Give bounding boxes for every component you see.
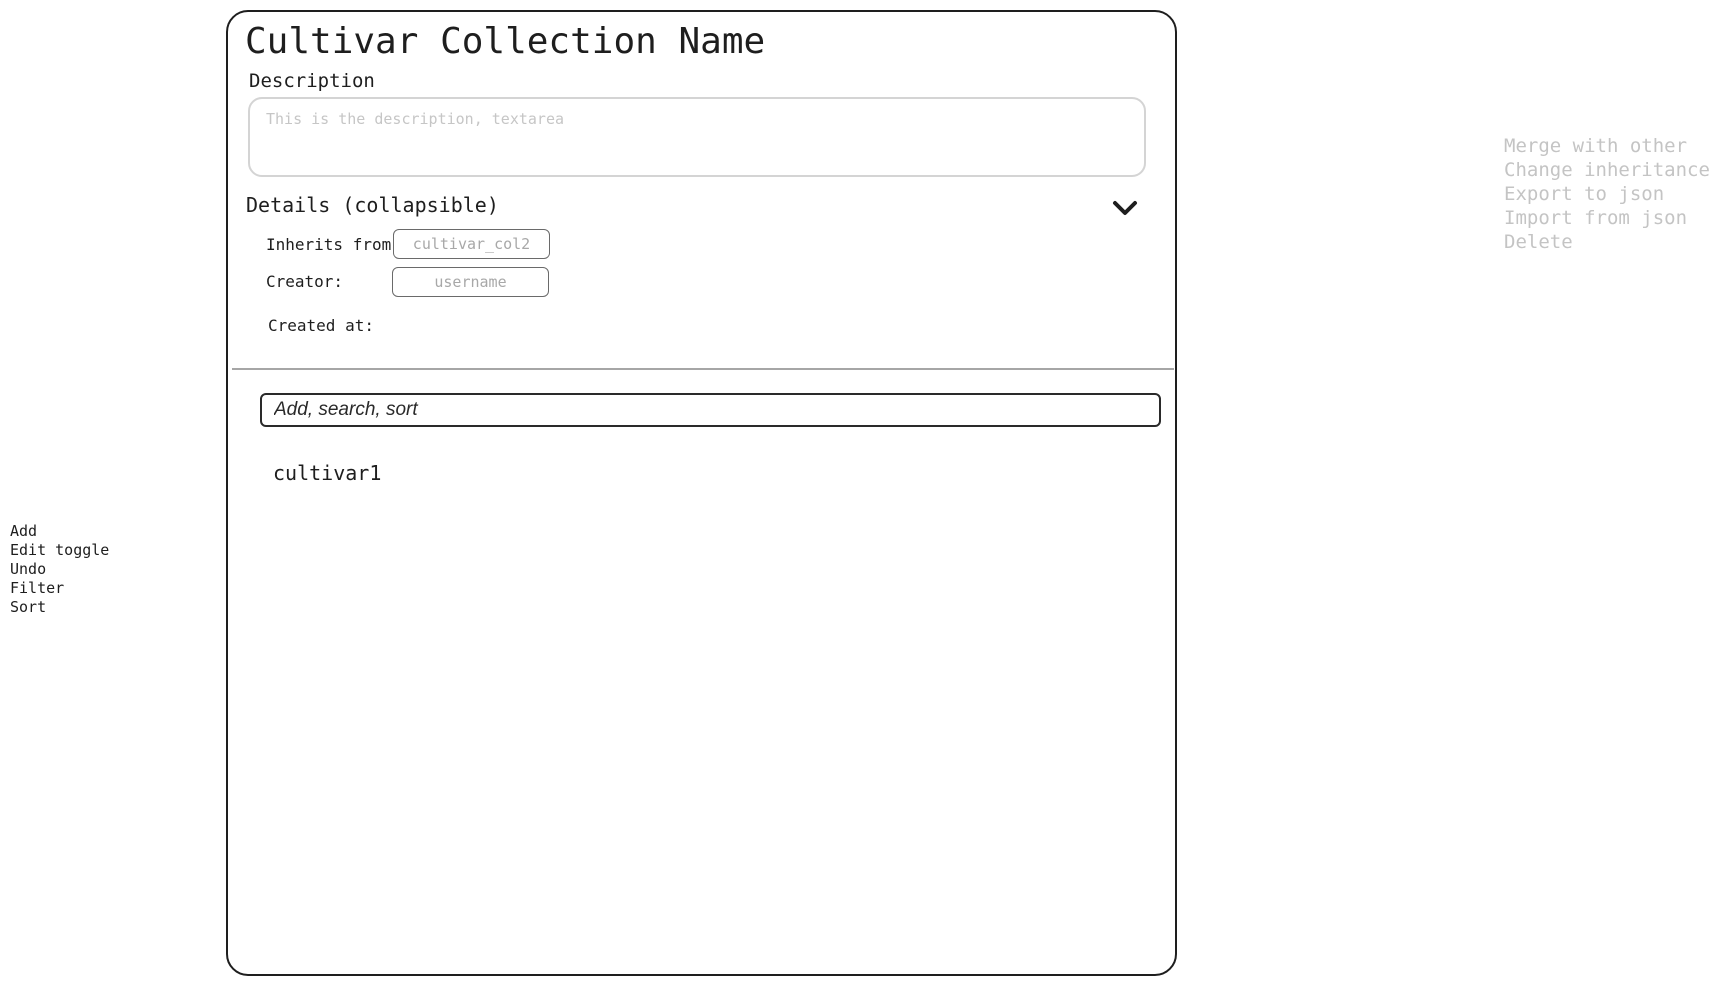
collection-panel: Cultivar Collection Name Description Det…: [226, 10, 1177, 976]
creator-input[interactable]: [392, 267, 549, 297]
sort-action[interactable]: Sort: [10, 598, 109, 617]
section-divider: [232, 368, 1174, 370]
creator-label: Creator:: [266, 272, 344, 291]
export-json-menu-item[interactable]: Export to json: [1504, 182, 1710, 206]
delete-menu-item[interactable]: Delete: [1504, 230, 1710, 254]
details-toggle[interactable]: Details (collapsible): [246, 192, 499, 218]
list-item[interactable]: cultivar1: [273, 460, 381, 486]
chevron-down-icon[interactable]: [1111, 198, 1139, 218]
change-inheritance-menu-item[interactable]: Change inheritance: [1504, 158, 1710, 182]
merge-menu-item[interactable]: Merge with other: [1504, 134, 1710, 158]
created-at-label: Created at:: [268, 316, 374, 335]
inherits-from-input[interactable]: [393, 229, 550, 259]
cultivar-list: cultivar1: [273, 460, 381, 486]
add-action[interactable]: Add: [10, 522, 109, 541]
inherits-from-label: Inherits from:: [266, 235, 401, 254]
filter-action[interactable]: Filter: [10, 579, 109, 598]
left-action-list: Add Edit toggle Undo Filter Sort: [10, 522, 109, 617]
undo-action[interactable]: Undo: [10, 560, 109, 579]
import-json-menu-item[interactable]: Import from json: [1504, 206, 1710, 230]
collection-context-menu: Merge with other Change inheritance Expo…: [1504, 134, 1710, 254]
description-label: Description: [249, 70, 375, 92]
page-title: Cultivar Collection Name: [245, 21, 766, 62]
add-search-sort-input[interactable]: [260, 393, 1161, 427]
edit-toggle-action[interactable]: Edit toggle: [10, 541, 109, 560]
description-textarea[interactable]: [248, 97, 1146, 177]
